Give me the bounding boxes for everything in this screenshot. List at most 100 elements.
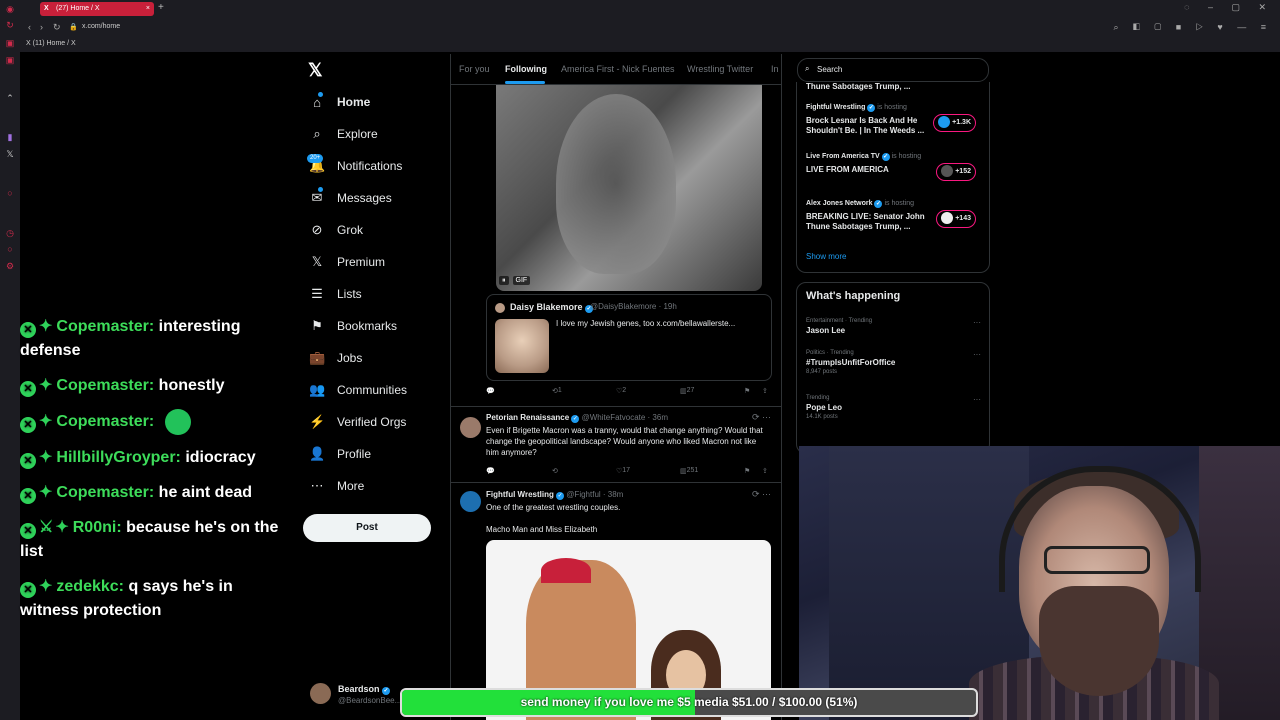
badge-icon: ✕ [20,453,36,469]
tab-america-first[interactable]: America First - Nick Fuentes [561,64,675,74]
gif-controls[interactable]: ⏸ GIF [499,276,534,285]
forward-icon[interactable]: › [40,22,43,32]
reload-icon[interactable]: ↻ [53,22,61,33]
nav-item-jobs[interactable]: 💼 Jobs [309,348,362,368]
nav-label: Premium [337,255,386,269]
space-listeners[interactable]: +143 [936,210,976,228]
nav-item-home[interactable]: ⌂ Home [309,91,370,112]
like-button[interactable]: ♡ 2 [616,387,626,395]
chat-text: idiocracy [185,449,256,466]
quoted-post[interactable]: Daisy Blakemore ✓ @DaisyBlakemore · 19h … [486,294,772,381]
post[interactable]: Petorian Renaissance ✓ @WhiteFatvocate ·… [451,406,781,483]
trend-item[interactable]: Politics · Trending #TrumpIsUnfitForOffi… [806,350,981,375]
browser-tab[interactable]: X (27) Home / X × [40,2,154,16]
x-logo-icon[interactable]: 𝕏 [308,60,323,81]
panel-icon[interactable]: ▣ [5,55,15,65]
nav-item-bookmarks[interactable]: ⚑ Bookmarks [309,316,397,336]
trend-name: Pope Leo [806,403,843,412]
share-icon[interactable]: ⇪ [762,387,768,395]
search-input[interactable]: ⌕ Search [797,58,989,82]
nav-item-communities[interactable]: 👥 Communities [309,380,407,400]
new-tab-icon[interactable]: + [158,2,164,13]
views-button[interactable]: ▥ 27 [680,387,694,395]
nav-item-notifications[interactable]: 🔔 20+ Notifications [307,154,402,176]
timeline: For you Following America First - Nick F… [450,54,782,720]
like-button[interactable]: ♡ 17 [616,467,630,475]
gif-media[interactable]: ⏸ GIF [496,84,762,291]
more-icon[interactable]: ⟳ ··· [752,412,771,423]
views-button[interactable]: ▥ 251 [680,467,698,475]
trend-item[interactable]: Trending Pope Leo 14.1K posts ··· [806,395,981,420]
show-more-link[interactable]: Show more [806,252,846,261]
avatar[interactable] [460,491,481,512]
retweet-icon[interactable]: ⟲ [552,467,558,475]
trend-item[interactable]: Entertainment · Trending Jason Lee ··· [806,318,981,335]
clock-icon[interactable]: ◷ [5,228,15,238]
x-favicon-icon: X [44,5,49,12]
avatar [941,212,954,225]
share-icon[interactable]: ⇪ [762,467,768,475]
nav-label: More [337,479,365,493]
chat-message: ✕ ✦ Copemaster: [20,409,290,435]
panel-icon[interactable]: ▣ [5,38,15,48]
nav-item-messages[interactable]: ✉ Messages [309,187,392,208]
twitch-icon[interactable]: ▮ [5,132,15,142]
nav-item-more[interactable]: ⋯ More [309,476,365,496]
circle-icon[interactable]: ○ [5,188,15,198]
chat-message: ✕ ✦ HillbillyGroyper: idiocracy [20,446,290,470]
window-controls[interactable]: ◌ – ▢ ✕ [1184,2,1274,13]
quote-thumbnail[interactable] [495,319,549,373]
nav-item-profile[interactable]: 👤 Profile [309,444,371,464]
nav-item-lists[interactable]: ☰ Lists [309,284,362,304]
x-app-icon[interactable]: 𝕏 [5,149,15,159]
bookmark-item[interactable]: X (11) Home / X [26,40,76,47]
nav-item-verified-orgs[interactable]: ⚡ Verified Orgs [309,412,406,432]
bookmark-icon[interactable]: ⚑ [744,387,750,395]
url-field[interactable]: x.com/home [82,23,120,30]
post-button[interactable]: Post [303,514,431,542]
reload-icon[interactable]: ↻ [5,20,15,30]
space-item[interactable]: Live From America TV ✓ is hosting LIVE F… [806,153,986,181]
more-icon[interactable]: ··· [973,318,981,327]
post-actions: 💬 ⟲ 1 ♡ 2 ▥ 27 ⚑ ⇪ [486,387,771,399]
reply-icon[interactable]: 💬 [486,467,495,475]
chat-message: ✕ ⚔ ✦ R00ni: because he's on the list [20,516,290,564]
nav-label: Lists [337,287,362,301]
tab-wrestling-twitter[interactable]: Wrestling Twitter [687,64,753,74]
circle-icon[interactable]: ○ [5,244,15,254]
more-icon[interactable]: ··· [973,395,981,404]
more-icon[interactable]: ⟳ ··· [752,489,771,500]
retweet-button[interactable]: ⟲ 1 [552,387,562,395]
nav-item-premium[interactable]: 𝕏 Premium [309,252,385,272]
space-host: Fightful Wrestling ✓ is hosting [806,104,907,112]
space-title: Brock Lesnar Is Back And He Shouldn't Be… [806,116,925,135]
person-icon: 👤 [309,446,326,461]
notification-badge: 20+ [307,154,324,163]
tab-more[interactable]: In [771,64,779,74]
post-header: Petorian Renaissance ✓ @WhiteFatvocate ·… [486,413,668,423]
briefcase-icon: 💼 [309,350,326,365]
space-item[interactable]: Alex Jones Network ✓ is hosting BREAKING… [806,200,986,231]
settings-icon[interactable]: ⚙ [5,261,15,271]
space-item[interactable]: Fightful Wrestling ✓ is hosting Brock Le… [806,104,986,135]
account-handle: @BeardsonBee... [338,696,402,705]
back-icon[interactable]: ‹ [28,22,31,32]
nav-item-grok[interactable]: ⊘ Grok [309,220,363,240]
browser-toolbar-icons[interactable]: ⌕ ◧ ▢ ■ ▷ ♥ ― ≡ [1114,22,1272,33]
nav-item-explore[interactable]: ⌕ Explore [309,124,377,144]
pause-icon[interactable]: ⏸ [499,276,509,285]
avatar[interactable] [460,417,481,438]
tab-following[interactable]: Following [505,64,547,74]
tab-for-you[interactable]: For you [459,64,490,74]
trend-posts: 14.1K posts [806,414,838,420]
browser-logo-icon[interactable]: ◉ [5,4,15,14]
browser-sidebar: ◉ ↻ ▣ ▣ ⌃ ▮ 𝕏 ○ ◷ ○ ⚙ [0,0,20,720]
chat-message: ✕ ✦ Copemaster: interesting defense [20,315,290,363]
bookmark-icon[interactable]: ⚑ [744,467,750,475]
space-listeners[interactable]: +1.3K [933,114,976,132]
space-listeners[interactable]: +152 [936,163,976,181]
more-icon[interactable]: ··· [973,350,981,359]
reply-icon[interactable]: 💬 [486,387,495,395]
arrow-icon[interactable]: ⌃ [5,93,15,103]
close-icon[interactable]: × [146,2,150,16]
